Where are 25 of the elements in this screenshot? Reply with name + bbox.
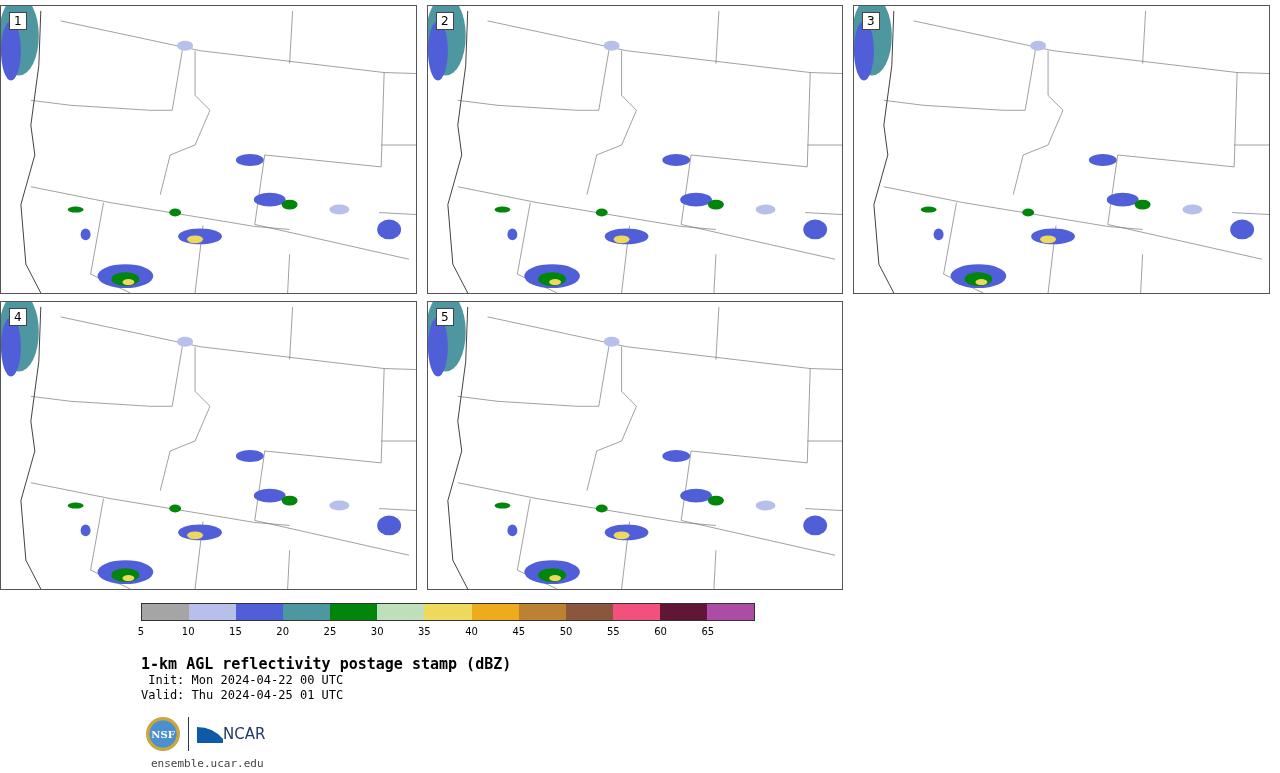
- nsf-logo: NSF: [146, 717, 180, 751]
- tick-label: 10: [181, 626, 195, 637]
- tick-label: 65: [701, 626, 715, 637]
- tick-label: 30: [370, 626, 384, 637]
- valid-time: Valid: Thu 2024-04-25 01 UTC: [141, 688, 345, 703]
- init-time: Init: Mon 2024-04-22 00 UTC: [147, 673, 345, 688]
- tick-label: 25: [323, 626, 337, 637]
- tick-label: 50: [559, 626, 573, 637]
- tick-label: 35: [418, 626, 431, 637]
- panel-number: 5: [436, 308, 454, 326]
- tick-label: 5: [137, 626, 145, 637]
- website-link[interactable]: ensemble.ucar.edu: [151, 757, 755, 770]
- panel-number: 2: [436, 12, 454, 30]
- tick-label: 45: [512, 626, 526, 637]
- tick-label: 55: [606, 626, 620, 637]
- tick-label: 20: [276, 626, 290, 637]
- swoosh-icon: [197, 725, 223, 743]
- panel-number: 1: [9, 12, 27, 30]
- tick-label: 40: [465, 626, 478, 637]
- panel-number: 4: [9, 308, 27, 326]
- ncar-logo: NCAR: [223, 725, 266, 743]
- tick-label: 15: [229, 626, 242, 637]
- tick-label: 60: [654, 626, 667, 637]
- chart-title: 1-km AGL reflectivity postage stamp (dBZ): [141, 655, 513, 673]
- panel-number: 3: [862, 12, 880, 30]
